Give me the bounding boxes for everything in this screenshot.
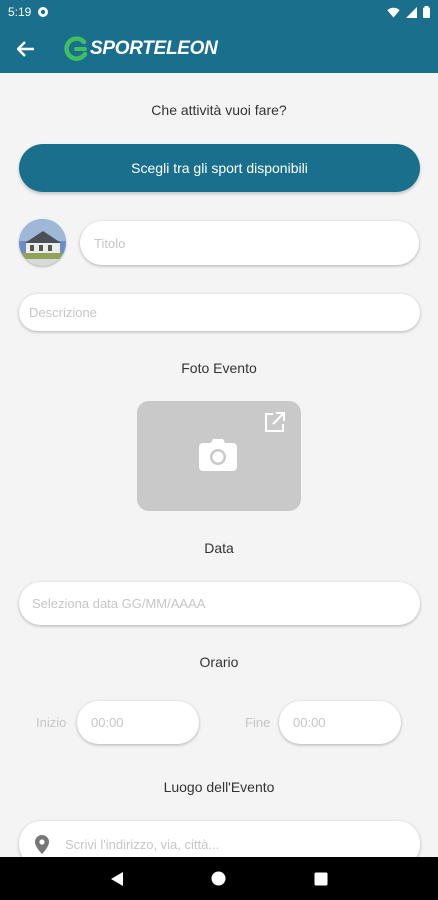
camera-icon [199, 439, 237, 471]
date-input[interactable]: Seleziona data GG/MM/AAAA [19, 582, 420, 625]
start-time-value: 00:00 [91, 715, 124, 730]
logo-text: SPORTELEON [90, 37, 218, 59]
app-logo: SPORTELEON [64, 35, 218, 62]
end-label: Fine [245, 715, 271, 730]
sporteleon-logo-icon [64, 35, 88, 61]
wifi-icon [387, 7, 400, 17]
status-time: 5:19 [8, 5, 32, 19]
start-label: Inizio [36, 715, 67, 730]
date-placeholder: Seleziona data GG/MM/AAAA [32, 596, 206, 611]
nav-recents-icon[interactable] [314, 872, 328, 886]
status-bar: 5:19 [0, 0, 438, 24]
description-input[interactable]: Descrizione [19, 294, 420, 331]
address-placeholder: Scrivi l'indirizzo, via, città... [65, 836, 220, 852]
event-photo-picker[interactable] [137, 401, 301, 511]
battery-icon [423, 6, 430, 18]
back-button[interactable] [0, 24, 52, 73]
app-notification-icon [38, 7, 49, 17]
event-form: Che attività vuoi fare? Scegli tra gli s… [0, 73, 438, 867]
photo-label: Foto Evento [181, 360, 257, 376]
venue-image-icon [19, 219, 66, 266]
location-label: Luogo dell'Evento [163, 779, 275, 795]
date-label: Data [204, 540, 234, 556]
nav-back-icon[interactable] [110, 871, 124, 887]
title-input[interactable]: Titolo [80, 221, 419, 265]
nav-home-icon[interactable] [211, 871, 226, 886]
end-time-value: 00:00 [293, 715, 326, 730]
open-external-icon[interactable] [264, 412, 285, 433]
arrow-back-icon [17, 40, 34, 57]
choose-sport-button[interactable]: Scegli tra gli sport disponibili [19, 144, 420, 192]
end-time-input[interactable]: 00:00 [279, 701, 401, 744]
sport-avatar[interactable] [19, 219, 66, 266]
start-time-input[interactable]: 00:00 [77, 701, 199, 744]
location-pin-icon [35, 834, 49, 854]
description-placeholder: Descrizione [29, 305, 97, 320]
system-nav-bar [0, 857, 438, 900]
activity-prompt: Che attività vuoi fare? [151, 102, 287, 118]
signal-icon [406, 6, 417, 18]
title-placeholder: Titolo [94, 235, 126, 251]
app-bar: SPORTELEON [0, 24, 438, 73]
time-label: Orario [199, 654, 239, 670]
